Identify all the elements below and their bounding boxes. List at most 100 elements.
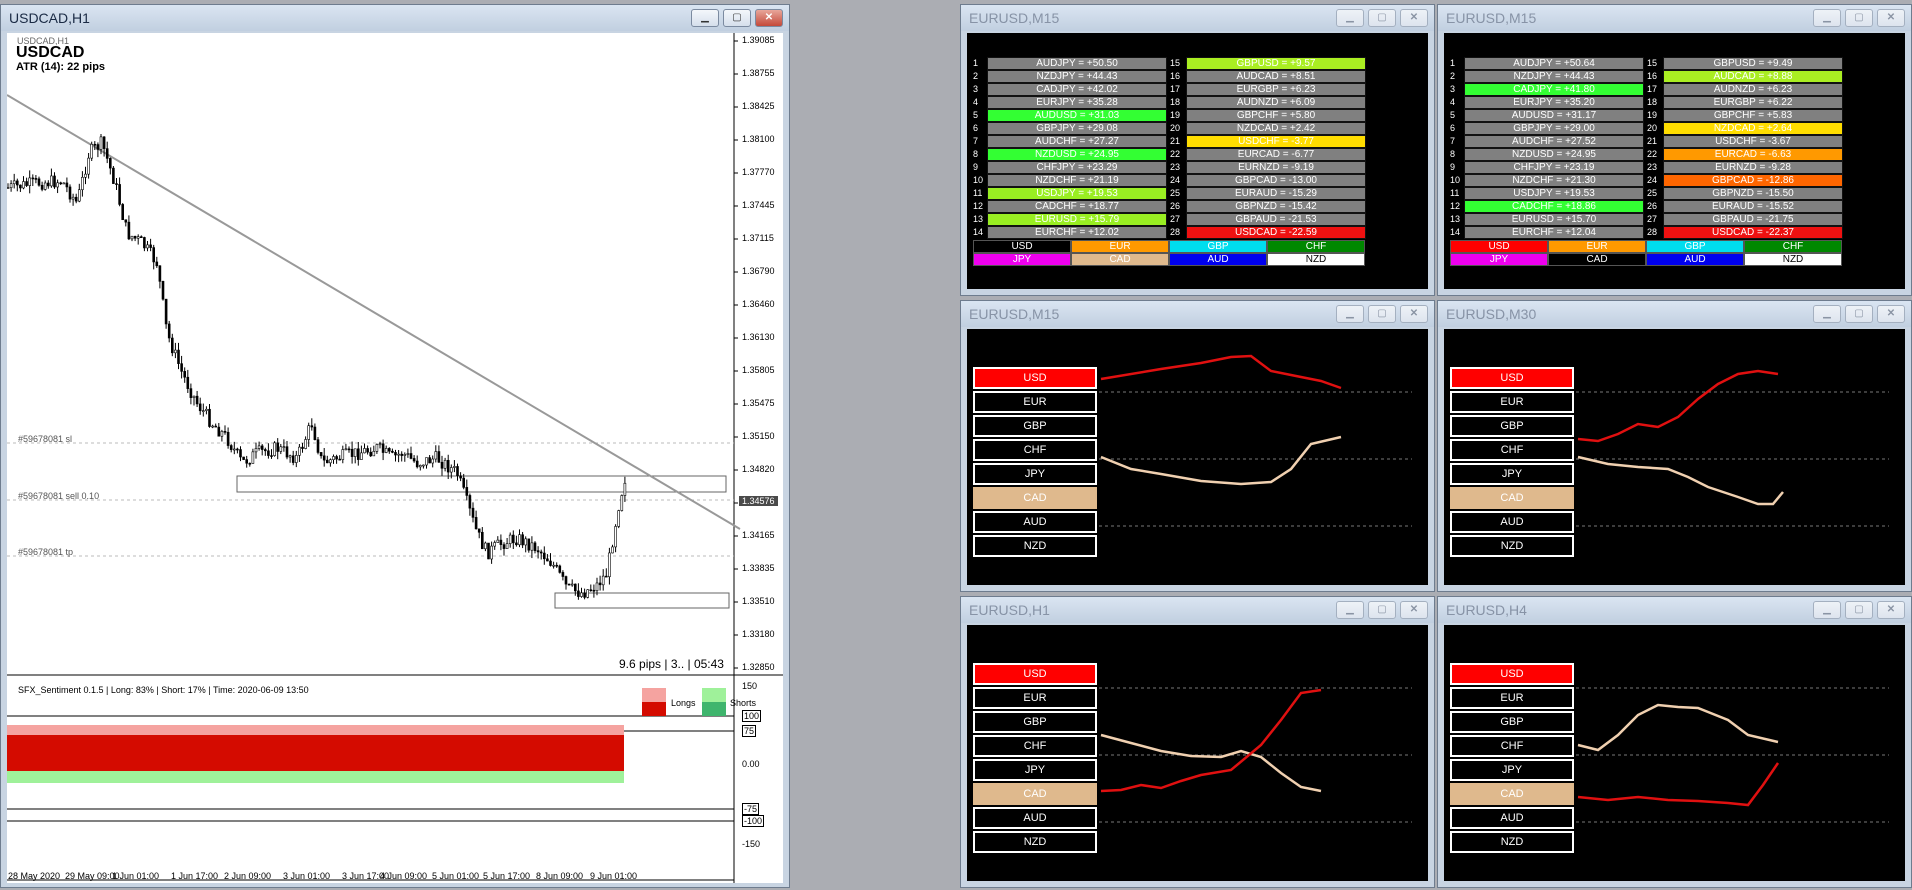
currency-toggle-usd[interactable]: USD (973, 367, 1097, 389)
currency-toggle-aud[interactable]: AUD (1450, 807, 1574, 829)
time-label: 3 Jun 01:00 (283, 871, 331, 881)
strength-window-2-titlebar[interactable]: EURUSD,M15 ▁ ▢ ✕ (1438, 5, 1911, 31)
main-chart-window[interactable]: USDCAD,H1 ▁ ▢ ✕ USDCAD,H1 USDCAD ATR (14):… (0, 4, 790, 888)
minimize-icon[interactable]: ▁ (1813, 601, 1841, 619)
currency-toggle-nzd[interactable]: NZD (973, 831, 1097, 853)
currency-toggle-gbp[interactable]: GBP (973, 711, 1097, 733)
currency-toggle-usd[interactable]: USD (1450, 367, 1574, 389)
strength-window-1-titlebar[interactable]: EURUSD,M15 ▁ ▢ ✕ (961, 5, 1434, 31)
currency-toggle-cad[interactable]: CAD (973, 783, 1097, 805)
maximize-icon[interactable]: ▢ (1845, 305, 1873, 323)
close-icon[interactable]: ✕ (1877, 9, 1905, 27)
close-icon[interactable]: ✕ (1400, 601, 1428, 619)
currency-toggle-eur[interactable]: EUR (1450, 687, 1574, 709)
minimize-icon[interactable]: ▁ (1336, 601, 1364, 619)
close-icon[interactable]: ✕ (1400, 305, 1428, 323)
currency-toggle-jpy[interactable]: JPY (1450, 463, 1574, 485)
currency-toggle-eur[interactable]: EUR (973, 391, 1097, 413)
currency-button-jpy[interactable]: JPY (1450, 253, 1548, 266)
currency-toggle-aud[interactable]: AUD (973, 807, 1097, 829)
panel-window-1[interactable]: EURUSD,M15 ▁ ▢ ✕ USD EUR GBP CHF JPY CAD AUD NZD (960, 300, 1435, 592)
currency-button-cad[interactable]: CAD (1548, 253, 1646, 266)
main-chart-titlebar[interactable]: USDCAD,H1 ▁ ▢ ✕ (1, 5, 789, 31)
currency-toggle-chf[interactable]: CHF (1450, 439, 1574, 461)
candle-body (189, 388, 193, 398)
cad-strength-line (1577, 703, 1779, 752)
candle-body (298, 446, 301, 456)
candle-body (167, 323, 171, 339)
panel-3-title: EURUSD,H1 (969, 602, 1050, 618)
panel-window-4[interactable]: EURUSD,H4 ▁ ▢ ✕ USD EUR GBP CHF JPY CAD AUD NZD (1437, 596, 1912, 888)
maximize-icon[interactable]: ▢ (1368, 9, 1396, 27)
currency-toggle-chf[interactable]: CHF (973, 735, 1097, 757)
rank-number: 24 (1170, 175, 1181, 185)
strength-window-1[interactable]: EURUSD,M15 ▁ ▢ ✕ 1 AUDJPY = +50.50 2 NZDJPY =… (960, 4, 1435, 296)
currency-toggle-gbp[interactable]: GBP (1450, 711, 1574, 733)
currency-toggle-nzd[interactable]: NZD (973, 535, 1097, 557)
currency-toggle-nzd[interactable]: NZD (1450, 535, 1574, 557)
currency-button-gbp[interactable]: GBP (1169, 240, 1267, 253)
maximize-icon[interactable]: ▢ (1368, 601, 1396, 619)
strength-window-2[interactable]: EURUSD,M15 ▁ ▢ ✕ 1 AUDJPY = +50.64 2 NZDJPY =… (1437, 4, 1912, 296)
currency-toggle-jpy[interactable]: JPY (1450, 759, 1574, 781)
currency-button-eur[interactable]: EUR (1071, 240, 1169, 253)
currency-button-usd[interactable]: USD (1450, 240, 1548, 253)
price-label: 1.39085 (742, 35, 775, 45)
price-chart-canvas[interactable] (7, 33, 783, 883)
currency-button-jpy[interactable]: JPY (973, 253, 1071, 266)
panel-window-3[interactable]: EURUSD,H1 ▁ ▢ ✕ USD EUR GBP CHF JPY CAD AUD NZD (960, 596, 1435, 888)
close-icon[interactable]: ✕ (755, 9, 783, 27)
minimize-icon[interactable]: ▁ (1336, 9, 1364, 27)
currency-toggle-usd[interactable]: USD (1450, 663, 1574, 685)
currency-button-chf[interactable]: CHF (1744, 240, 1842, 253)
usd-strength-line (1577, 369, 1779, 443)
maximize-icon[interactable]: ▢ (1845, 601, 1873, 619)
candle-body (96, 144, 100, 150)
currency-toggle-chf[interactable]: CHF (1450, 735, 1574, 757)
minimize-icon[interactable]: ▁ (691, 9, 719, 27)
main-chart-area[interactable]: USDCAD,H1 USDCAD ATR (14): 22 pips #5967… (7, 33, 783, 883)
maximize-icon[interactable]: ▢ (723, 9, 751, 27)
currency-button-usd[interactable]: USD (973, 240, 1071, 253)
panel-2-titlebar[interactable]: EURUSD,M30 ▁ ▢ ✕ (1438, 301, 1911, 327)
panel-1-titlebar[interactable]: EURUSD,M15 ▁ ▢ ✕ (961, 301, 1434, 327)
panel-window-2[interactable]: EURUSD,M30 ▁ ▢ ✕ USD EUR GBP CHF JPY CAD AUD NZD (1437, 300, 1912, 592)
currency-button-nzd[interactable]: NZD (1267, 253, 1365, 266)
maximize-icon[interactable]: ▢ (1845, 9, 1873, 27)
close-icon[interactable]: ✕ (1877, 601, 1905, 619)
currency-button-nzd[interactable]: NZD (1744, 253, 1842, 266)
currency-toggle-usd[interactable]: USD (973, 663, 1097, 685)
currency-toggle-gbp[interactable]: GBP (973, 415, 1097, 437)
panel-3-titlebar[interactable]: EURUSD,H1 ▁ ▢ ✕ (961, 597, 1434, 623)
currency-toggle-gbp[interactable]: GBP (1450, 415, 1574, 437)
candle-body (586, 589, 590, 598)
currency-toggle-cad[interactable]: CAD (1450, 783, 1574, 805)
currency-toggle-chf[interactable]: CHF (973, 439, 1097, 461)
currency-toggle-aud[interactable]: AUD (973, 511, 1097, 533)
currency-toggle-jpy[interactable]: JPY (973, 463, 1097, 485)
currency-toggle-jpy[interactable]: JPY (973, 759, 1097, 781)
close-icon[interactable]: ✕ (1877, 305, 1905, 323)
currency-toggle-cad[interactable]: CAD (973, 487, 1097, 509)
minimize-icon[interactable]: ▁ (1813, 9, 1841, 27)
maximize-icon[interactable]: ▢ (1368, 305, 1396, 323)
currency-toggle-eur[interactable]: EUR (973, 687, 1097, 709)
close-icon[interactable]: ✕ (1400, 9, 1428, 27)
panel-4-titlebar[interactable]: EURUSD,H4 ▁ ▢ ✕ (1438, 597, 1911, 623)
currency-button-eur[interactable]: EUR (1548, 240, 1646, 253)
candle-body (121, 204, 124, 221)
currency-toggle-cad[interactable]: CAD (1450, 487, 1574, 509)
currency-toggle-aud[interactable]: AUD (1450, 511, 1574, 533)
currency-button-aud[interactable]: AUD (1646, 253, 1744, 266)
currency-toggle-eur[interactable]: EUR (1450, 391, 1574, 413)
candle-body (260, 445, 264, 450)
currency-toggle-nzd[interactable]: NZD (1450, 831, 1574, 853)
candle-body (536, 550, 540, 553)
currency-button-cad[interactable]: CAD (1071, 253, 1169, 266)
currency-button-gbp[interactable]: GBP (1646, 240, 1744, 253)
minimize-icon[interactable]: ▁ (1813, 305, 1841, 323)
minimize-icon[interactable]: ▁ (1336, 305, 1364, 323)
currency-button-aud[interactable]: AUD (1169, 253, 1267, 266)
rank-number: 6 (973, 123, 979, 133)
currency-button-chf[interactable]: CHF (1267, 240, 1365, 253)
